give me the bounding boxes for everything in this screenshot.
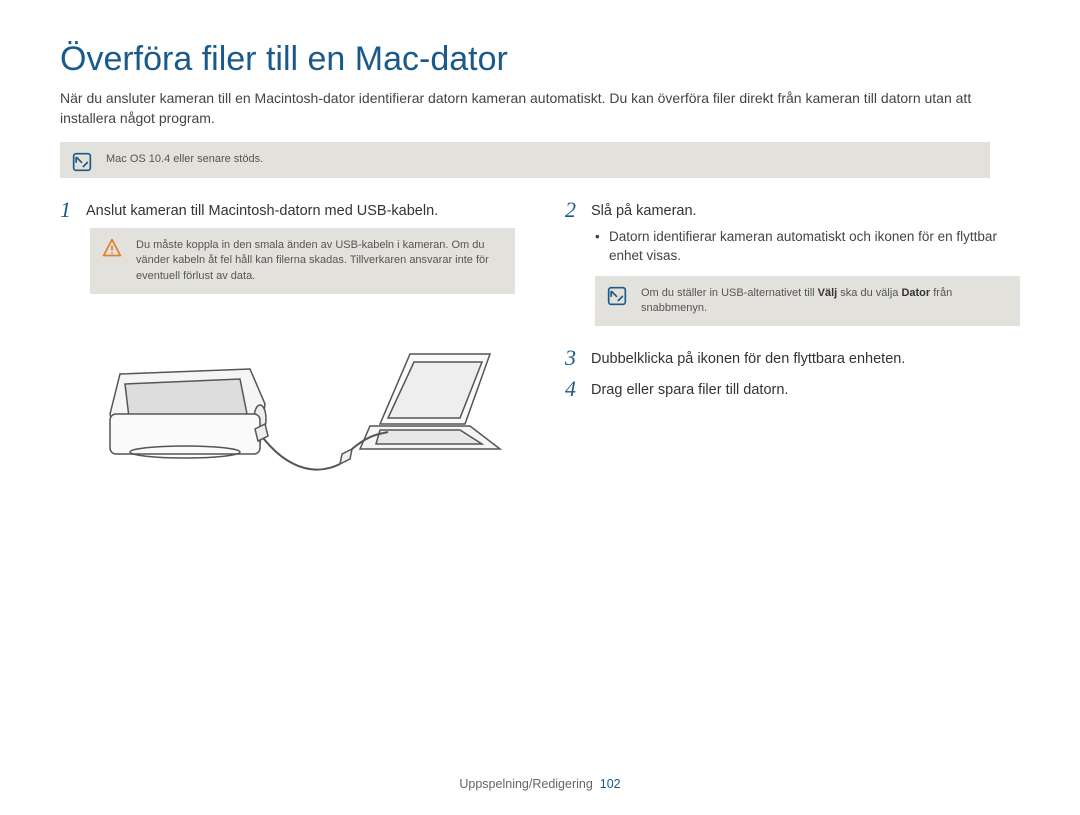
columns: 1 Anslut kameran till Macintosh-datorn m… <box>60 198 1020 529</box>
step-text: Anslut kameran till Macintosh-datorn med… <box>86 198 438 221</box>
footer-page-number: 102 <box>600 777 621 791</box>
page-content: Överföra filer till en Mac-dator När du … <box>0 0 1080 529</box>
page-title: Överföra filer till en Mac-dator <box>60 40 1020 79</box>
intro-paragraph: När du ansluter kameran till en Macintos… <box>60 89 1020 128</box>
step-4: 4 Drag eller spara filer till datorn. <box>565 377 1020 401</box>
top-note-box: Mac OS 10.4 eller senare stöds. <box>60 142 990 177</box>
step-text: Slå på kameran. <box>591 198 697 221</box>
bullet-dot: • <box>595 228 609 247</box>
step-text: Drag eller spara filer till datorn. <box>591 377 788 400</box>
note-text: Om du ställer in USB-alternativet till V… <box>641 287 952 314</box>
bullet-item: • Datorn identifierar kameran automatisk… <box>595 228 1020 266</box>
step-number: 3 <box>565 346 591 370</box>
warning-text: Du måste koppla in den smala änden av US… <box>136 239 489 282</box>
note-icon <box>72 152 92 172</box>
note-icon <box>607 286 627 306</box>
top-note-text: Mac OS 10.4 eller senare stöds. <box>106 153 263 165</box>
camera-laptop-illustration <box>90 324 510 524</box>
left-column: 1 Anslut kameran till Macintosh-datorn m… <box>60 198 515 529</box>
step-text: Dubbelklicka på ikonen för den flyttbara… <box>591 346 905 369</box>
bullet-text: Datorn identifierar kameran automatiskt … <box>609 228 1020 266</box>
step-3: 3 Dubbelklicka på ikonen för den flyttba… <box>565 346 1020 370</box>
warning-box: Du måste koppla in den smala änden av US… <box>90 228 515 294</box>
step-2: 2 Slå på kameran. <box>565 198 1020 222</box>
footer-section: Uppspelning/Redigering <box>459 777 592 791</box>
right-note-box: Om du ställer in USB-alternativet till V… <box>595 276 1020 327</box>
right-column: 2 Slå på kameran. • Datorn identifierar … <box>565 198 1020 529</box>
warning-icon <box>102 238 122 258</box>
step-1: 1 Anslut kameran till Macintosh-datorn m… <box>60 198 515 222</box>
step-number: 2 <box>565 198 591 222</box>
step-number: 4 <box>565 377 591 401</box>
page-footer: Uppspelning/Redigering 102 <box>0 777 1080 791</box>
step-number: 1 <box>60 198 86 222</box>
